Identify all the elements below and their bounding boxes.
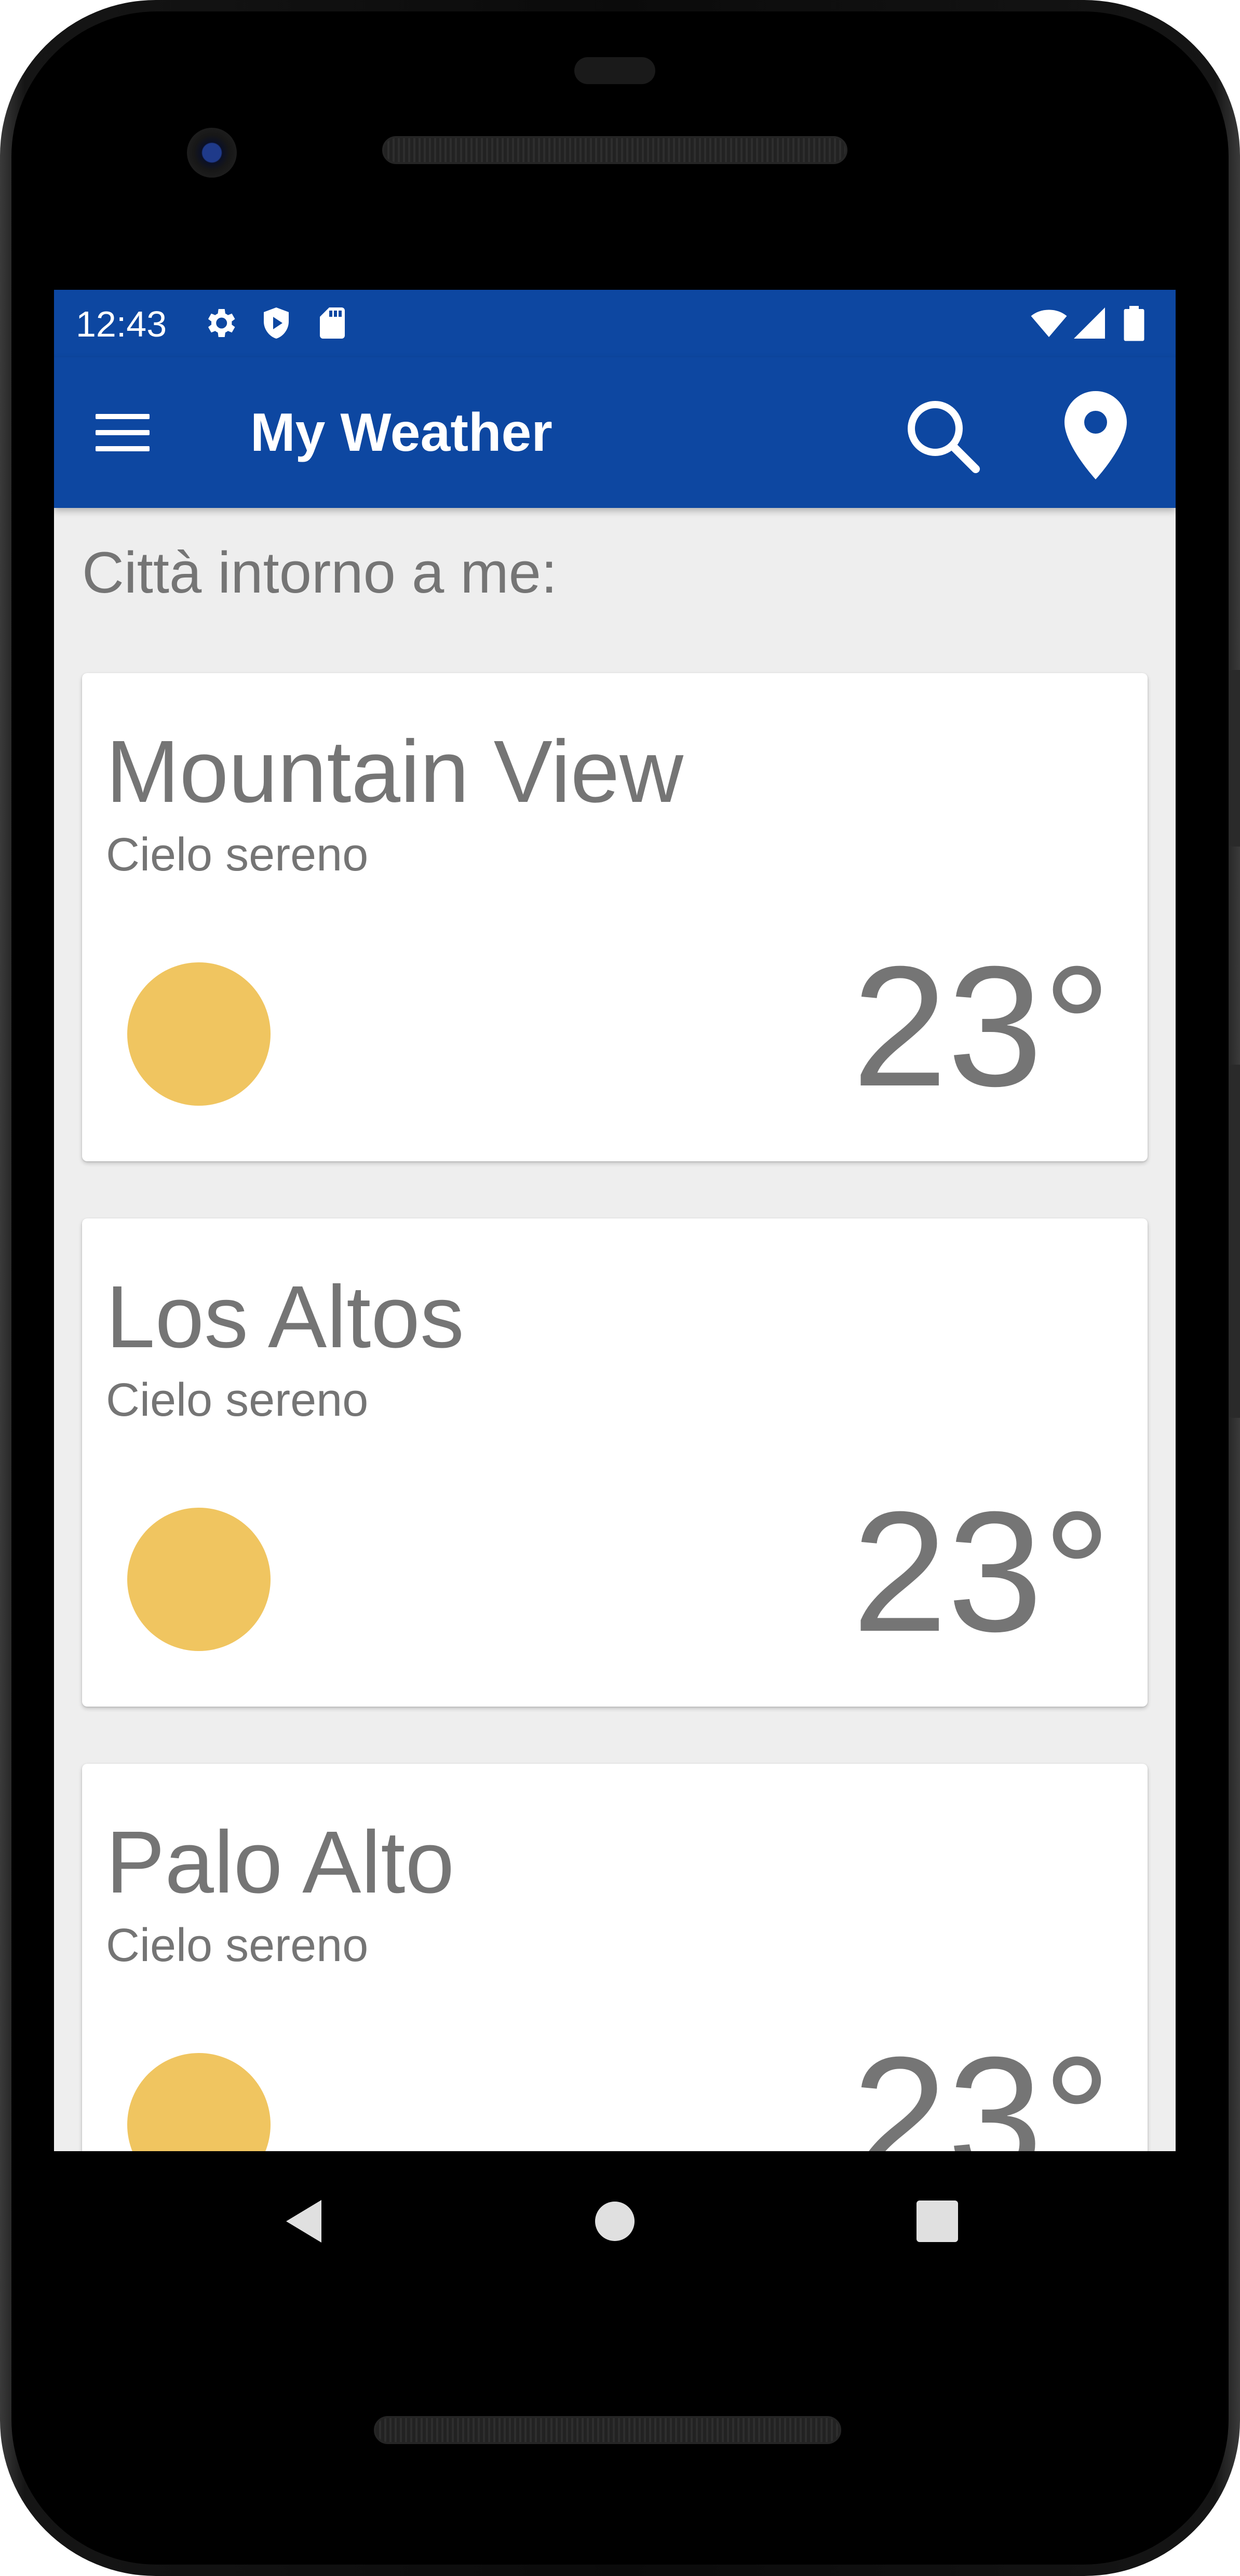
weather-condition: Cielo sereno [106, 1374, 369, 1426]
sun-icon [127, 962, 271, 1106]
menu-icon [96, 414, 150, 451]
recents-button[interactable] [898, 2182, 976, 2260]
volume-rocker [1230, 1065, 1240, 1418]
battery-icon [1124, 306, 1144, 341]
wifi-icon [1031, 310, 1067, 337]
home-circle-icon [595, 2202, 635, 2241]
cellular-signal-icon [1074, 307, 1105, 339]
city-name: Los Altos [106, 1268, 464, 1366]
back-button[interactable] [265, 2182, 343, 2260]
power-button [1230, 670, 1240, 847]
sun-icon [127, 2053, 271, 2151]
sun-icon [127, 1508, 271, 1651]
city-name: Palo Alto [106, 1813, 455, 1912]
app-bar: My Weather [54, 357, 1176, 508]
app-title: My Weather [250, 403, 552, 463]
weather-condition: Cielo sereno [106, 829, 369, 881]
city-name: Mountain View [106, 722, 683, 821]
search-icon [908, 401, 980, 473]
city-card-los-altos[interactable]: Los Altos Cielo sereno 23° [82, 1218, 1148, 1707]
nearby-cities-heading: Città intorno a me: [82, 540, 558, 605]
phone-device: 12:43 My Weather Città intorno a me: Mou… [0, 0, 1240, 2576]
app-screen: 12:43 My Weather Città intorno a me: Mou… [54, 290, 1176, 2151]
home-button[interactable] [576, 2182, 654, 2260]
city-card-palo-alto[interactable]: Palo Alto Cielo sereno 23° [82, 1764, 1148, 2151]
location-pin-icon [1064, 391, 1127, 479]
search-button[interactable] [895, 388, 989, 482]
top-speaker-grille [382, 136, 847, 164]
location-button[interactable] [1049, 388, 1142, 482]
weather-condition: Cielo sereno [106, 1920, 369, 1971]
navigation-bar [54, 2151, 1176, 2291]
temperature: 23° [852, 930, 1111, 1122]
city-card-mountain-view[interactable]: Mountain View Cielo sereno 23° [82, 673, 1148, 1161]
temperature: 23° [852, 2021, 1111, 2152]
sd-card-icon [320, 307, 345, 339]
menu-button[interactable] [91, 401, 154, 464]
temperature: 23° [852, 1475, 1111, 1667]
bottom-speaker-grille [374, 2416, 841, 2444]
status-time: 12:43 [76, 304, 167, 344]
shield-icon [264, 307, 289, 339]
earpiece [574, 57, 655, 84]
back-triangle-icon [286, 2200, 321, 2243]
status-bar: 12:43 [54, 290, 1176, 357]
front-camera [187, 128, 237, 178]
recents-square-icon [916, 2201, 958, 2242]
gear-icon [208, 309, 235, 337]
